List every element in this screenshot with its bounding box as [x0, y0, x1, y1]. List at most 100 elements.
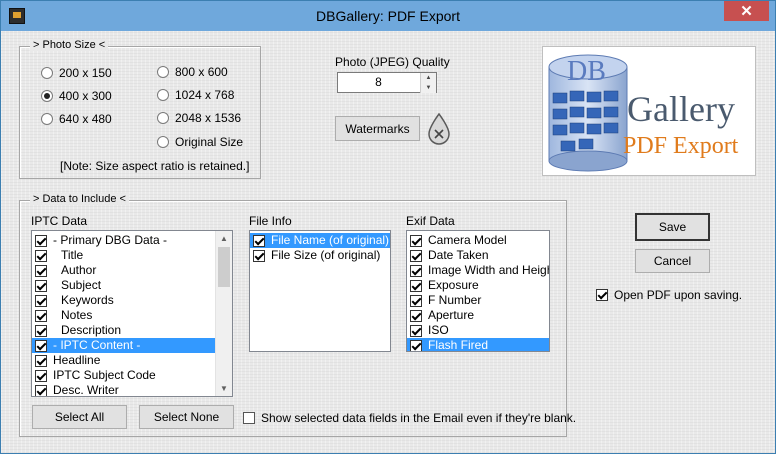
- title-bar[interactable]: DBGallery: PDF Export ✕: [1, 1, 775, 31]
- save-button[interactable]: Save: [635, 213, 710, 241]
- radio-640x480-dot[interactable]: [41, 113, 53, 125]
- exif-item-flash-fired[interactable]: Flash Fired: [407, 338, 549, 352]
- iptc-item-notes-checkbox[interactable]: [35, 309, 47, 322]
- exif-item-camera-model-checkbox[interactable]: [410, 234, 422, 247]
- file-info-item-size-checkbox[interactable]: [253, 249, 265, 262]
- exif-item-date-taken[interactable]: Date Taken: [407, 248, 549, 263]
- file-info-item-name-label: File Name (of original): [271, 233, 390, 247]
- exif-listbox[interactable]: Camera Model Date Taken Image Width and …: [406, 230, 550, 352]
- iptc-item-desc-writer-label: Desc. Writer: [53, 383, 119, 397]
- open-pdf-option[interactable]: Open PDF upon saving.: [596, 288, 742, 302]
- iptc-item-primary-label: - Primary DBG Data -: [53, 233, 168, 247]
- iptc-item-subject[interactable]: Subject: [32, 278, 232, 293]
- exif-item-exposure[interactable]: Exposure: [407, 278, 549, 293]
- scroll-thumb[interactable]: [218, 247, 230, 287]
- radio-200x150-dot[interactable]: [41, 67, 53, 79]
- iptc-item-keywords[interactable]: Keywords: [32, 293, 232, 308]
- exif-item-date-taken-checkbox[interactable]: [410, 249, 422, 262]
- show-blank-fields-checkbox[interactable]: [243, 412, 255, 424]
- open-pdf-checkbox[interactable]: [596, 289, 608, 301]
- iptc-item-author-label: Author: [61, 263, 97, 277]
- radio-original-size[interactable]: Original Size: [157, 135, 243, 149]
- exif-item-f-number-label: F Number: [428, 293, 482, 307]
- file-info-label: File Info: [249, 214, 292, 228]
- aspect-ratio-note: [Note: Size aspect ratio is retained.]: [60, 159, 250, 173]
- radio-2048x1536-label: 2048 x 1536: [175, 111, 242, 125]
- exif-item-aperture[interactable]: Aperture: [407, 308, 549, 323]
- iptc-item-iptc-content-label: - IPTC Content -: [53, 338, 141, 352]
- radio-640x480[interactable]: 640 x 480: [41, 112, 112, 126]
- quality-down-arrow-icon[interactable]: ▼: [420, 83, 436, 93]
- scroll-up-icon[interactable]: ▲: [216, 231, 232, 246]
- logo-gallery-text: Gallery: [627, 89, 735, 129]
- iptc-item-iptc-content[interactable]: - IPTC Content -: [32, 338, 215, 353]
- radio-800x600[interactable]: 800 x 600: [157, 65, 228, 79]
- cancel-button[interactable]: Cancel: [635, 249, 710, 273]
- watermarks-button[interactable]: Watermarks: [335, 116, 420, 141]
- iptc-item-desc-writer-checkbox[interactable]: [35, 384, 47, 396]
- exif-item-flash-fired-checkbox[interactable]: [410, 339, 422, 351]
- radio-800x600-label: 800 x 600: [175, 65, 228, 79]
- iptc-item-primary[interactable]: - Primary DBG Data -: [32, 233, 232, 248]
- iptc-item-title[interactable]: Title: [32, 248, 232, 263]
- exif-item-image-size[interactable]: Image Width and Height: [407, 263, 549, 278]
- close-button[interactable]: ✕: [724, 1, 769, 21]
- iptc-item-author[interactable]: Author: [32, 263, 232, 278]
- radio-1024x768-dot[interactable]: [157, 89, 169, 101]
- iptc-item-headline-checkbox[interactable]: [35, 354, 47, 367]
- radio-800x600-dot[interactable]: [157, 66, 169, 78]
- show-blank-fields-option[interactable]: Show selected data fields in the Email e…: [243, 411, 576, 425]
- quality-stepper[interactable]: 8 ▲ ▼: [337, 72, 437, 93]
- iptc-item-subject-label: Subject: [61, 278, 102, 292]
- iptc-item-headline[interactable]: Headline: [32, 353, 232, 368]
- exif-item-flash-fired-label: Flash Fired: [428, 338, 489, 352]
- exif-item-f-number[interactable]: F Number: [407, 293, 549, 308]
- quality-value[interactable]: 8: [338, 73, 419, 92]
- radio-200x150-label: 200 x 150: [59, 66, 112, 80]
- scroll-down-icon[interactable]: ▼: [216, 381, 232, 396]
- radio-original-size-dot[interactable]: [157, 136, 169, 148]
- iptc-item-description-label: Description: [61, 323, 122, 337]
- iptc-item-subject-code-checkbox[interactable]: [35, 369, 47, 382]
- exif-item-iso[interactable]: ISO: [407, 323, 549, 338]
- iptc-listbox[interactable]: - Primary DBG Data - Title Author Subjec…: [31, 230, 233, 397]
- iptc-item-description[interactable]: Description: [32, 323, 232, 338]
- file-info-listbox[interactable]: File Name (of original) File Size (of or…: [249, 230, 391, 352]
- file-info-item-name-checkbox[interactable]: [253, 234, 265, 247]
- iptc-item-keywords-label: Keywords: [61, 293, 114, 307]
- exif-item-camera-model[interactable]: Camera Model: [407, 233, 549, 248]
- iptc-item-desc-writer[interactable]: Desc. Writer: [32, 383, 232, 397]
- exif-item-iso-checkbox[interactable]: [410, 324, 422, 337]
- iptc-item-subject-checkbox[interactable]: [35, 279, 47, 292]
- iptc-item-title-checkbox[interactable]: [35, 249, 47, 262]
- exif-item-aperture-checkbox[interactable]: [410, 309, 422, 322]
- watermark-drop-icon[interactable]: [426, 112, 452, 145]
- exif-item-date-taken-label: Date Taken: [428, 248, 489, 262]
- iptc-item-keywords-checkbox[interactable]: [35, 294, 47, 307]
- iptc-item-description-checkbox[interactable]: [35, 324, 47, 337]
- exif-item-f-number-checkbox[interactable]: [410, 294, 422, 307]
- select-none-button[interactable]: Select None: [139, 405, 234, 429]
- radio-400x300[interactable]: 400 x 300: [41, 89, 112, 103]
- exif-item-image-size-checkbox[interactable]: [410, 264, 422, 277]
- radio-1024x768[interactable]: 1024 x 768: [157, 88, 234, 102]
- photo-size-group: > Photo Size < 200 x 150 400 x 300 640 x…: [19, 39, 261, 179]
- exif-item-exposure-checkbox[interactable]: [410, 279, 422, 292]
- iptc-item-subject-code-label: IPTC Subject Code: [53, 368, 156, 382]
- iptc-item-notes[interactable]: Notes: [32, 308, 232, 323]
- radio-400x300-dot[interactable]: [41, 90, 53, 102]
- radio-200x150[interactable]: 200 x 150: [41, 66, 112, 80]
- radio-2048x1536[interactable]: 2048 x 1536: [157, 111, 241, 125]
- iptc-item-author-checkbox[interactable]: [35, 264, 47, 277]
- iptc-scrollbar[interactable]: ▲ ▼: [215, 231, 232, 396]
- radio-2048x1536-dot[interactable]: [157, 112, 169, 124]
- file-info-item-name[interactable]: File Name (of original): [250, 233, 390, 248]
- select-all-button[interactable]: Select All: [32, 405, 127, 429]
- quality-up-arrow-icon[interactable]: ▲: [420, 73, 436, 83]
- iptc-item-subject-code[interactable]: IPTC Subject Code: [32, 368, 232, 383]
- file-info-item-size[interactable]: File Size (of original): [250, 248, 390, 263]
- iptc-item-notes-label: Notes: [61, 308, 93, 322]
- iptc-item-primary-checkbox[interactable]: [35, 234, 47, 247]
- export-window: DBGallery: PDF Export ✕ > Photo Size < 2…: [0, 0, 776, 454]
- iptc-item-iptc-content-checkbox[interactable]: [35, 339, 47, 352]
